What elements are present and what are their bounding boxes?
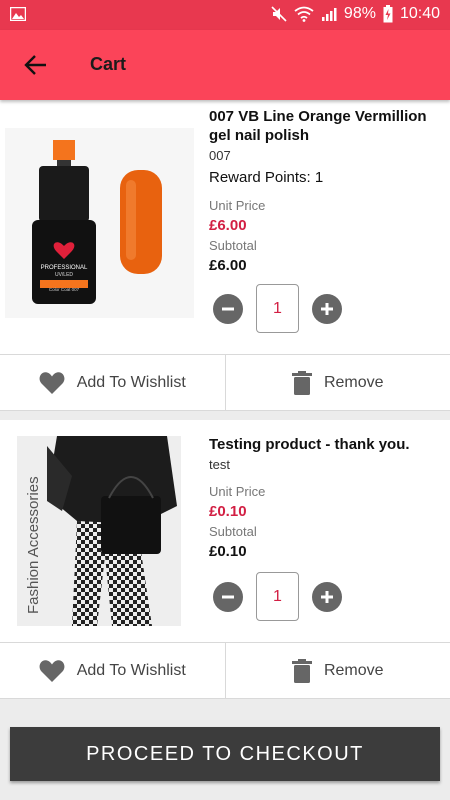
add-to-wishlist-button[interactable]: Add To Wishlist [0, 643, 225, 698]
product-code: 007 [209, 148, 231, 163]
quantity-field[interactable]: 1 [256, 572, 299, 621]
subtotal-label: Subtotal [209, 238, 257, 253]
clock: 10:40 [399, 5, 440, 22]
remove-button[interactable]: Remove [224, 643, 450, 698]
app-bar: Cart [0, 30, 450, 100]
product-code: test [209, 457, 230, 472]
unit-price-label: Unit Price [209, 484, 266, 499]
bottle-sublabel: UV/LED [55, 272, 73, 278]
quantity-stepper: 1 [213, 284, 342, 333]
remove-label: Remove [323, 373, 384, 391]
add-to-wishlist-label: Add To Wishlist [76, 661, 186, 679]
subtotal-label: Subtotal [209, 524, 257, 539]
proceed-to-checkout-button[interactable]: PROCEED TO CHECKOUT [10, 727, 440, 781]
nail-polish-image: PROFESSIONAL UV/LED Color Coat 007 [5, 128, 194, 318]
product-image[interactable]: Fashion Accessories [17, 436, 181, 626]
heart-icon [39, 371, 65, 394]
wifi-icon [294, 6, 314, 22]
cart-item-actions: Add To Wishlist Remove [0, 354, 450, 411]
reward-points: Reward Points: 1 [209, 169, 324, 186]
unit-price: £0.10 [209, 503, 247, 520]
quantity-stepper: 1 [213, 572, 342, 621]
page-title: Cart [90, 54, 127, 74]
fashion-image: Fashion Accessories [17, 436, 181, 626]
arrow-left-icon[interactable] [22, 52, 48, 78]
increase-quantity-button[interactable] [312, 293, 342, 324]
product-image[interactable]: PROFESSIONAL UV/LED Color Coat 007 [5, 128, 194, 318]
image-icon [10, 7, 26, 21]
subtotal-value: £0.10 [209, 543, 247, 560]
bottle-color-code: Color Coat 007 [49, 287, 80, 292]
product-name[interactable]: 007 VB Line Orange Vermillion gel nail p… [209, 107, 439, 145]
heart-icon [39, 659, 65, 682]
trash-icon [291, 658, 312, 683]
battery-percent: 98% [343, 5, 376, 22]
image-caption: Fashion Accessories [25, 476, 42, 614]
product-name[interactable]: Testing product - thank you. [209, 435, 439, 454]
decrease-quantity-button[interactable] [213, 293, 243, 324]
plus-icon [321, 590, 333, 603]
add-to-wishlist-label: Add To Wishlist [76, 373, 186, 391]
unit-price: £6.00 [209, 217, 247, 234]
status-bar: 98% 10:40 [0, 0, 450, 30]
remove-button[interactable]: Remove [224, 355, 450, 410]
bottle-brand: PROFESSIONAL [41, 265, 88, 271]
unit-price-label: Unit Price [209, 198, 266, 213]
cart-item: Fashion Accessories Testing product - th… [0, 420, 450, 642]
decrease-quantity-button[interactable] [213, 581, 243, 612]
plus-icon [321, 302, 333, 315]
trash-icon [291, 370, 312, 395]
cart-item: PROFESSIONAL UV/LED Color Coat 007 007 V… [0, 100, 450, 354]
mute-icon [271, 6, 287, 22]
increase-quantity-button[interactable] [312, 581, 342, 612]
minus-icon [222, 595, 234, 598]
subtotal-value: £6.00 [209, 257, 247, 274]
minus-icon [222, 307, 234, 310]
battery-icon [383, 5, 393, 23]
cart-item-actions: Add To Wishlist Remove [0, 642, 450, 699]
signal-icon [321, 8, 337, 21]
quantity-field[interactable]: 1 [256, 284, 299, 333]
remove-label: Remove [323, 661, 384, 679]
add-to-wishlist-button[interactable]: Add To Wishlist [0, 355, 225, 410]
